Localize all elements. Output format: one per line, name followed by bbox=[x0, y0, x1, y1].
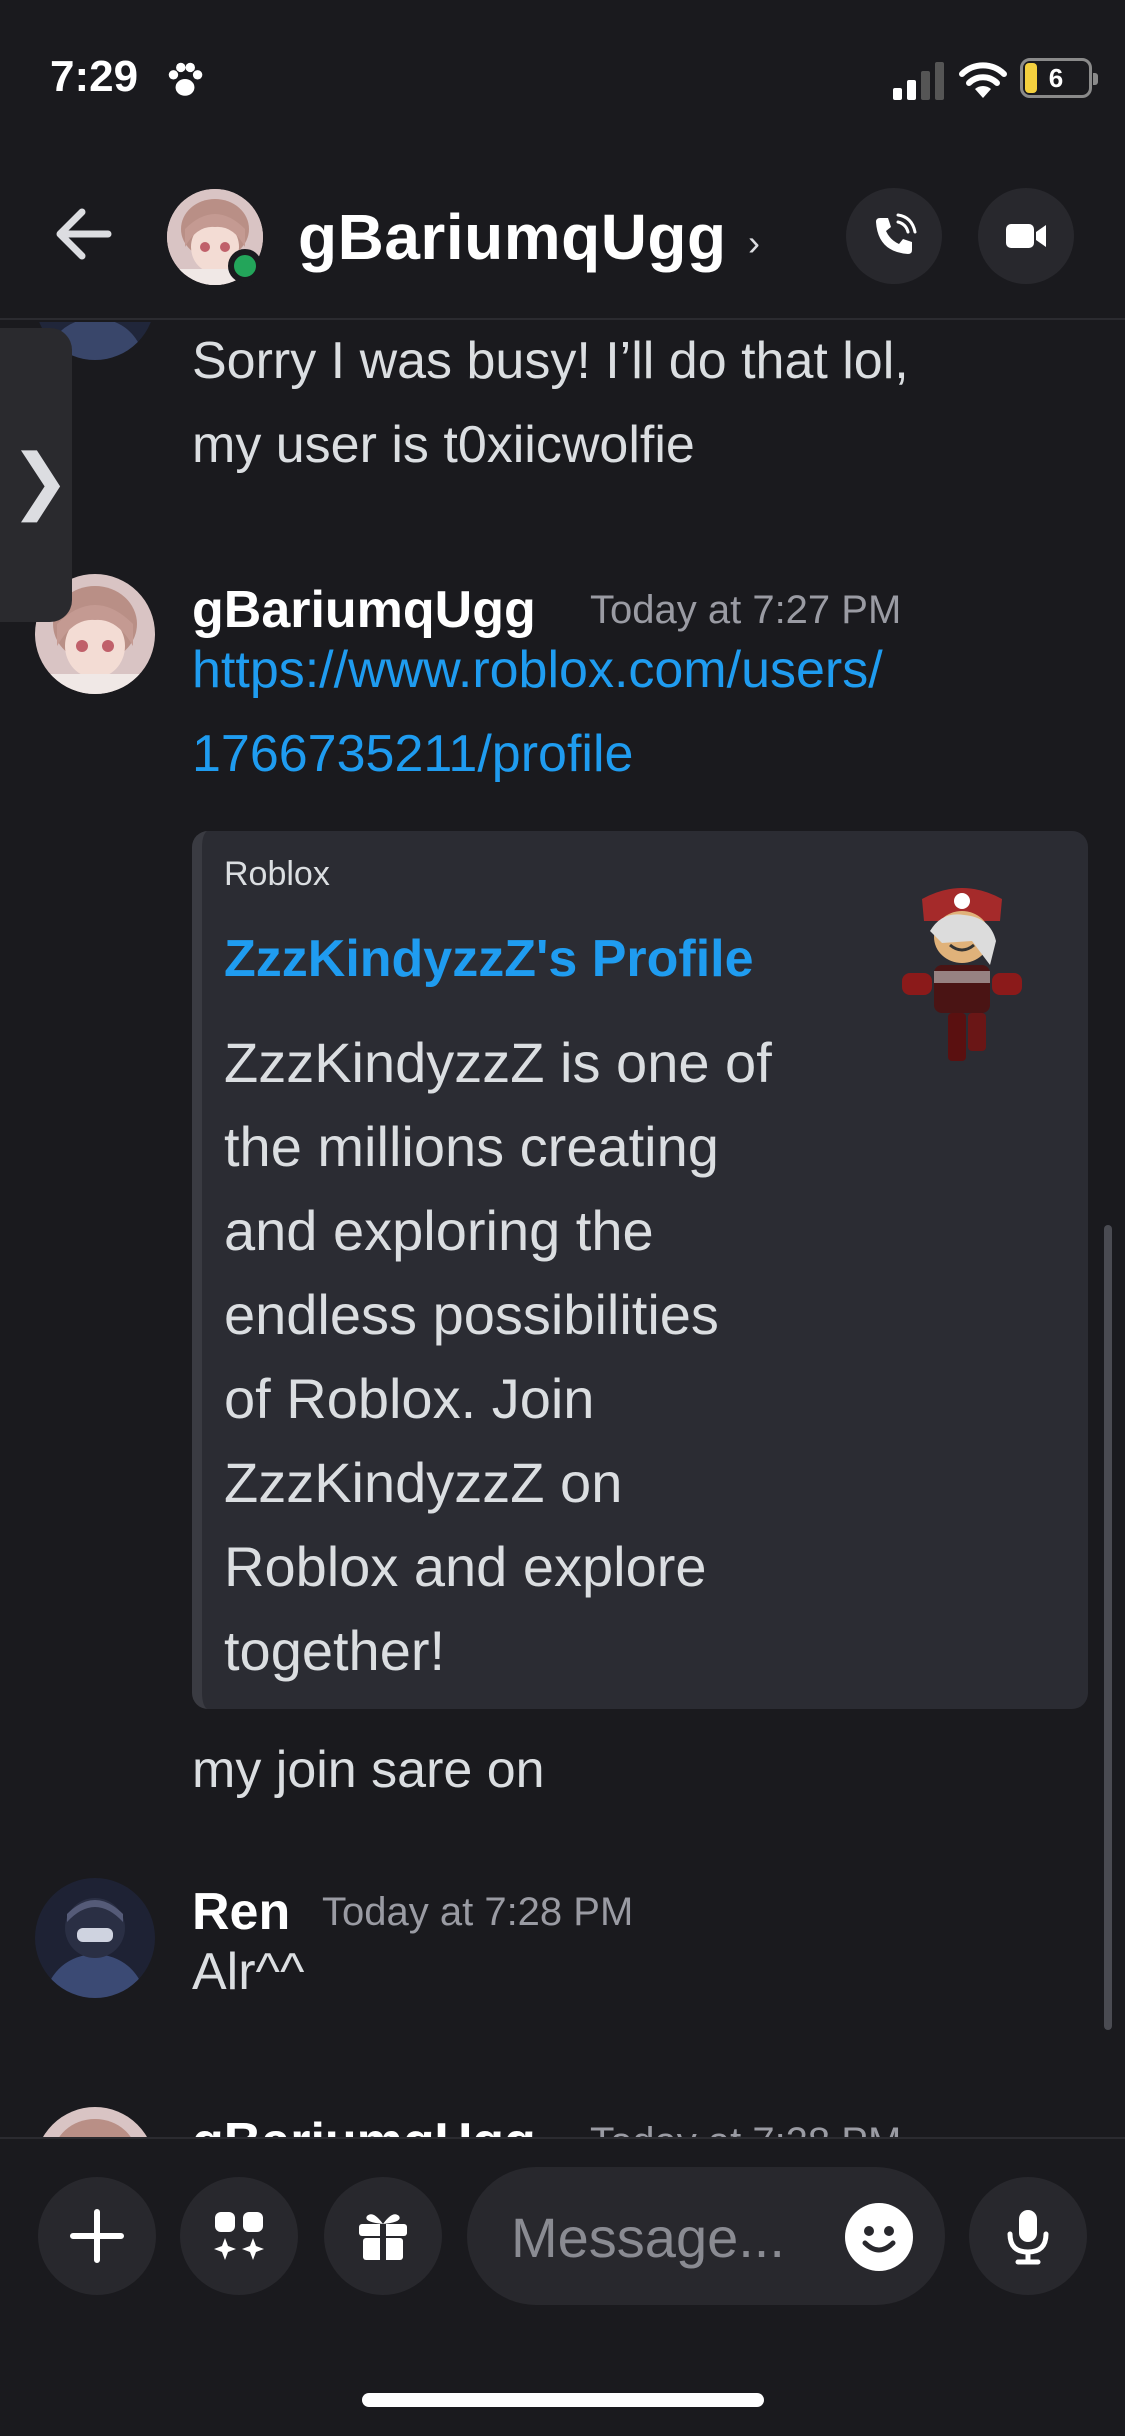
microphone-icon bbox=[1007, 2210, 1049, 2265]
home-indicator[interactable] bbox=[362, 2393, 764, 2407]
apps-sparkle-icon bbox=[214, 2212, 264, 2260]
message-text: my join sare on bbox=[192, 1741, 545, 1799]
status-time: 7:29 bbox=[50, 52, 139, 101]
status-bar: 7:29 6 bbox=[0, 0, 1125, 160]
phone-call-icon bbox=[876, 213, 917, 254]
message-composer: Message... bbox=[0, 2137, 1125, 2319]
video-camera-icon bbox=[1006, 224, 1046, 248]
message-timestamp: Today at 7:27 PM bbox=[590, 588, 902, 632]
chevron-right-icon: ❯ bbox=[10, 441, 71, 521]
message-list[interactable]: Sorry I was busy! I’ll do that lol, my u… bbox=[0, 322, 1125, 2137]
message-text: Alr^^ bbox=[192, 1943, 305, 2001]
message-placeholder: Message... bbox=[511, 2206, 785, 2269]
back-arrow-icon[interactable] bbox=[52, 204, 114, 264]
link-embed[interactable]: Roblox ZzzKindyzzZ's Profile ZzzKindyzzZ… bbox=[192, 831, 1088, 1709]
embed-title[interactable]: ZzzKindyzzZ's Profile bbox=[224, 929, 754, 989]
message-timestamp: Today at 7:28 PM bbox=[590, 2120, 901, 2137]
emoji-smile-icon[interactable] bbox=[845, 2203, 913, 2271]
chevron-right-icon[interactable]: › bbox=[748, 222, 760, 264]
embed-description: ZzzKindyzzZ is one of the millions creat… bbox=[224, 1031, 772, 1682]
avatar[interactable] bbox=[35, 1878, 155, 1998]
video-call-button[interactable] bbox=[978, 188, 1074, 284]
message-link[interactable]: 1766735211/profile bbox=[192, 712, 633, 796]
dm-header: gBariumqUgg › bbox=[0, 160, 1125, 320]
embed-provider: Roblox bbox=[224, 855, 330, 893]
gift-button[interactable] bbox=[324, 2177, 442, 2295]
online-status-dot bbox=[228, 249, 262, 283]
battery-level: 6 bbox=[1048, 63, 1064, 93]
voice-call-button[interactable] bbox=[846, 188, 942, 284]
avatar[interactable] bbox=[35, 2107, 155, 2137]
message-text: Sorry I was busy! I’ll do that lol, bbox=[192, 332, 909, 390]
cellular-signal-icon bbox=[893, 62, 944, 100]
add-attachment-button[interactable] bbox=[38, 2177, 156, 2295]
message-link[interactable]: https://www.roblox.com/users/ bbox=[192, 628, 883, 712]
message-text: my user is t0xiicwolfie bbox=[192, 416, 695, 474]
paw-icon bbox=[168, 62, 203, 96]
message-input[interactable]: Message... bbox=[467, 2167, 945, 2305]
message-timestamp: Today at 7:28 PM bbox=[322, 1890, 634, 1934]
header-username[interactable]: gBariumqUgg bbox=[298, 200, 727, 274]
apps-button[interactable] bbox=[180, 2177, 298, 2295]
scrollbar[interactable] bbox=[1104, 1225, 1112, 2030]
battery-indicator: 6 bbox=[1020, 58, 1098, 98]
voice-message-button[interactable] bbox=[969, 2177, 1087, 2295]
embed-thumbnail[interactable] bbox=[872, 871, 1052, 1071]
plus-icon bbox=[70, 2209, 124, 2263]
server-drawer-handle[interactable]: ❯ bbox=[0, 328, 72, 622]
wifi-icon bbox=[959, 62, 1007, 98]
gift-icon bbox=[359, 2214, 407, 2260]
message-author[interactable]: gBariumqUgg bbox=[192, 2112, 536, 2137]
